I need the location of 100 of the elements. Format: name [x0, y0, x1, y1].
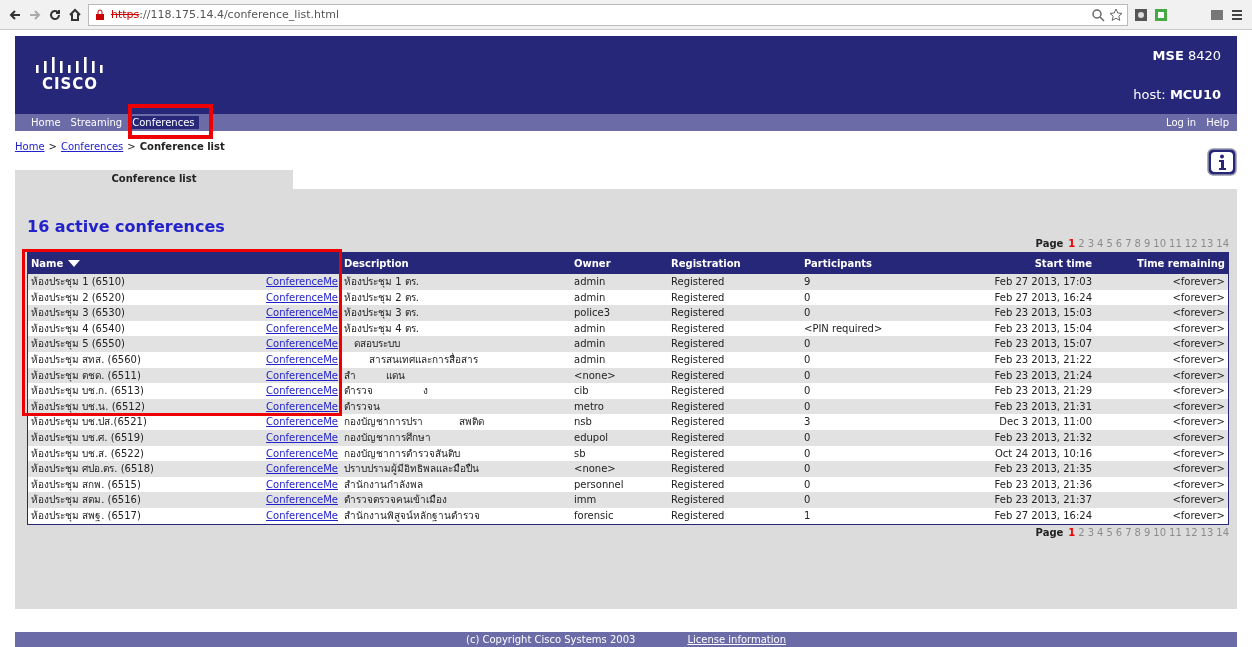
- conference-link[interactable]: ConferenceMe: [266, 385, 338, 397]
- menu-icon[interactable]: [1230, 7, 1244, 22]
- conference-link[interactable]: ConferenceMe: [266, 353, 338, 365]
- address-field[interactable]: https://118.175.14.4/conference_list.html: [88, 3, 1128, 26]
- page-link[interactable]: 7: [1125, 238, 1132, 249]
- table-cell-text: ห้องประชุม สพฐ. (6517): [30, 508, 142, 524]
- table-cell-text: Registered: [670, 415, 726, 430]
- table-cell: ห้องประชุม 1 (6510): [28, 274, 258, 290]
- table-cell-text: Oct 24 2013, 10:16: [994, 446, 1093, 461]
- table-cell: ห้องประชุม ศปอ.ตร. (6518): [28, 461, 258, 477]
- page-link[interactable]: 8: [1134, 238, 1141, 249]
- table-cell: admin: [571, 336, 668, 352]
- page-link[interactable]: 12: [1184, 526, 1198, 538]
- column-header[interactable]: Participants: [801, 253, 963, 274]
- reload-icon[interactable]: [48, 7, 62, 22]
- table-cell-text: Feb 23 2013, 21:22: [993, 352, 1093, 367]
- page-link[interactable]: 4: [1097, 526, 1104, 538]
- table-cell: 0: [801, 305, 963, 321]
- extension-icon[interactable]: [1134, 7, 1148, 22]
- conference-link[interactable]: ConferenceMe: [266, 322, 338, 334]
- table-cell-text: Registered: [670, 321, 726, 336]
- conference-link[interactable]: ConferenceMe: [266, 291, 338, 303]
- zoom-icon[interactable]: [1091, 7, 1105, 22]
- page-link[interactable]: 2: [1078, 238, 1085, 249]
- conference-link[interactable]: ConferenceMe: [266, 478, 338, 490]
- table-cell: <forever>: [1095, 461, 1228, 477]
- table-cell-text: admin: [573, 352, 607, 367]
- table-cell-text: <forever>: [1171, 352, 1226, 367]
- page-link[interactable]: 13: [1200, 526, 1214, 538]
- table-cell: Feb 23 2013, 21:24: [963, 367, 1095, 384]
- page-link[interactable]: 11: [1169, 526, 1182, 538]
- breadcrumb-link[interactable]: Home: [15, 141, 45, 152]
- page-link[interactable]: 1: [1068, 526, 1076, 538]
- page-link[interactable]: 3: [1087, 238, 1095, 249]
- table-cell: 0: [801, 461, 963, 477]
- home-icon[interactable]: [68, 7, 82, 22]
- page-link[interactable]: 6: [1115, 238, 1123, 249]
- page-link[interactable]: 11: [1169, 238, 1182, 249]
- nav-tab[interactable]: Home: [27, 116, 65, 129]
- table-cell: Feb 27 2013, 17:03: [963, 274, 1095, 290]
- table-cell: imm: [571, 492, 668, 508]
- table-cell-text: Feb 23 2013, 21:29: [993, 384, 1093, 399]
- column-header[interactable]: Registration: [668, 253, 801, 274]
- column-header[interactable]: Time remaining: [1095, 253, 1228, 274]
- extension-icon[interactable]: [1154, 7, 1168, 22]
- license-link[interactable]: License information: [687, 634, 786, 645]
- panel-tab[interactable]: Conference list: [15, 170, 293, 189]
- table-cell: Registered: [668, 336, 801, 352]
- page-link[interactable]: 10: [1153, 526, 1167, 538]
- conference-link[interactable]: ConferenceMe: [266, 416, 338, 428]
- page-link[interactable]: 5: [1106, 526, 1113, 538]
- column-header[interactable]: Owner: [571, 253, 668, 274]
- table-cell-text: <forever>: [1171, 415, 1226, 430]
- column-header[interactable]: Name: [28, 253, 341, 274]
- nav-link[interactable]: Log in: [1162, 116, 1201, 129]
- copyright-text: (c) Copyright Cisco Systems 2003: [466, 634, 636, 645]
- nav-tab[interactable]: Streaming: [66, 116, 127, 129]
- conference-link[interactable]: ConferenceMe: [266, 447, 338, 459]
- table-cell-text: nsb: [573, 415, 593, 430]
- star-icon[interactable]: [1109, 7, 1123, 22]
- table-cell: ห้องประชุม บช.น. (6512): [28, 398, 258, 415]
- table-cell: ห้องประชุม สตม. (6516): [28, 492, 258, 508]
- table-cell: ห้องประชุม ตชด. (6511): [28, 367, 258, 384]
- page-link[interactable]: 9: [1143, 238, 1151, 249]
- table-cell: ห้องประชุม บช.ศ. (6519): [28, 429, 258, 446]
- page-link[interactable]: 14: [1216, 238, 1229, 249]
- page-link[interactable]: 5: [1106, 238, 1113, 249]
- table-cell-text: ห้องประชุม บช.ส. (6522): [30, 446, 145, 462]
- table-cell: Registered: [668, 429, 801, 446]
- page-link[interactable]: 9: [1143, 526, 1151, 538]
- breadcrumb-link[interactable]: Conferences: [60, 141, 124, 152]
- window-icon[interactable]: [1210, 7, 1224, 22]
- table-cell-text: ห้องประชุม สกพ. (6515): [30, 477, 142, 493]
- back-icon[interactable]: [8, 7, 22, 22]
- page-link[interactable]: 3: [1087, 526, 1095, 538]
- nav-link[interactable]: Help: [1202, 116, 1233, 129]
- table-cell-text: ห้องประชุม 3 ตร.: [344, 306, 419, 321]
- table-cell: <forever>: [1095, 336, 1228, 352]
- table-cell-text: <forever>: [1171, 384, 1226, 399]
- info-icon[interactable]: [1207, 148, 1237, 176]
- table-cell: police3: [571, 305, 668, 321]
- warning-lock-icon: [93, 7, 107, 22]
- table-cell-text: สำนักงานพิสูจน์หลักฐานตำรวจ: [344, 508, 480, 524]
- page-link[interactable]: 1: [1068, 238, 1076, 249]
- page-link[interactable]: 4: [1097, 238, 1104, 249]
- page-link[interactable]: 7: [1125, 526, 1132, 538]
- table-cell: Feb 23 2013, 15:03: [963, 305, 1095, 321]
- page-link[interactable]: 12: [1184, 238, 1198, 249]
- conference-link[interactable]: ConferenceMe: [266, 509, 338, 521]
- table-cell-text: Registered: [670, 446, 726, 461]
- page-link[interactable]: 13: [1200, 238, 1214, 249]
- page-link[interactable]: 14: [1216, 526, 1229, 538]
- page-link[interactable]: 2: [1078, 526, 1085, 538]
- table-cell-text: สำ: [344, 368, 356, 383]
- page-link[interactable]: 6: [1115, 526, 1123, 538]
- page-link[interactable]: 10: [1153, 238, 1167, 249]
- column-header[interactable]: Description: [341, 253, 571, 274]
- page-link[interactable]: 8: [1134, 526, 1141, 538]
- table-cell: 0: [801, 429, 963, 446]
- column-header[interactable]: Start time: [963, 253, 1095, 274]
